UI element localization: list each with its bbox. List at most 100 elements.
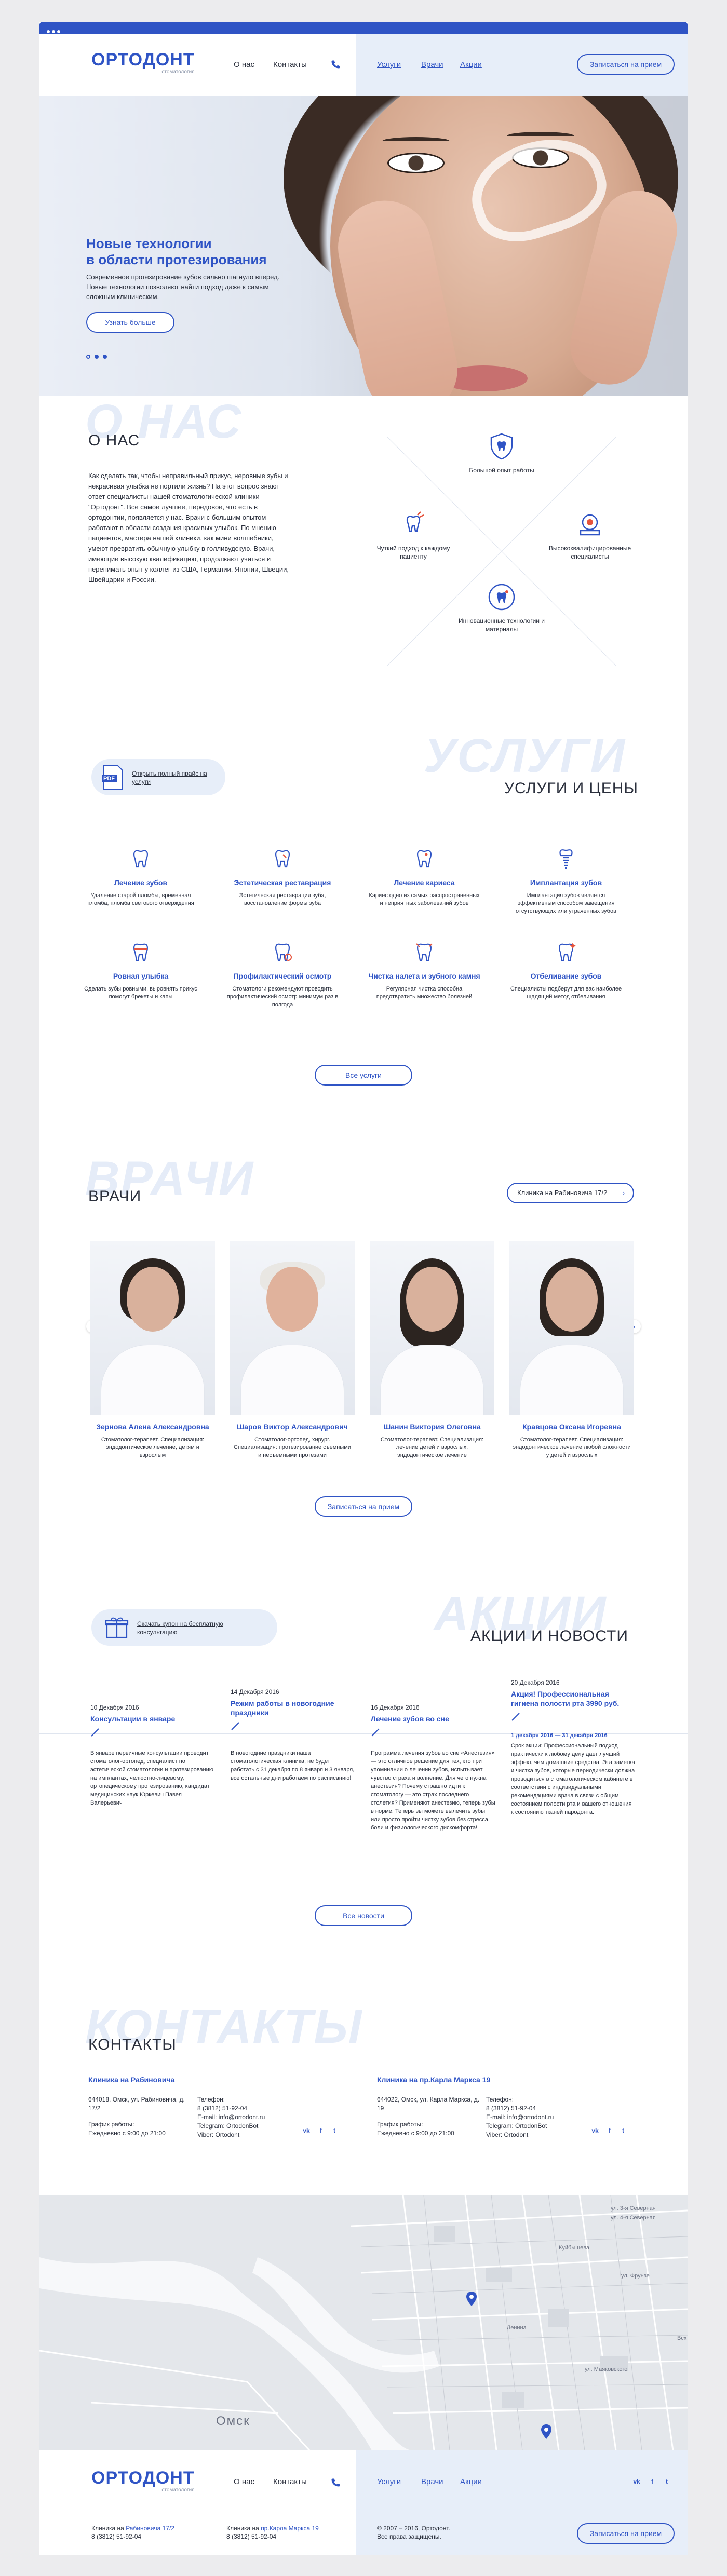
tooth-shield-icon <box>490 433 513 460</box>
nav-doctors[interactable]: Врачи <box>421 60 443 69</box>
news-title[interactable]: Акция! Профессиональная гигиена полости … <box>511 1689 636 1708</box>
footer-nav-about[interactable]: О нас <box>234 2477 254 2486</box>
clinic-schedule-label: График работы: <box>377 2121 423 2128</box>
clinic-schedule: Ежедневно с 9:00 до 21:00 <box>377 2130 454 2137</box>
clinic-email[interactable]: E-mail: info@ortodont.ru <box>486 2113 574 2122</box>
doctor-card[interactable]: Шаров Виктор Александрович Стоматолог-ор… <box>230 1241 355 1459</box>
news-title[interactable]: Лечение зубов во сне <box>371 1714 495 1724</box>
clinic-address: 644018, Омск, ул. Рабиновича, д. 17/2 <box>88 2096 185 2112</box>
service-treatment[interactable]: Лечение зубов Удаление старой пломбы, вр… <box>76 847 206 907</box>
service-whitening[interactable]: Отбеливание зубов Специалисты подберут д… <box>501 941 631 1001</box>
footer-clinic1-phone[interactable]: 8 (3812) 51-92-04 <box>91 2533 141 2540</box>
doctor-photo <box>90 1241 215 1415</box>
clinic-schedule: Ежедневно с 9:00 до 21:00 <box>88 2130 166 2137</box>
footer-right-panel: Услуги Врачи Акции vk f t © 2007 – 2016,… <box>356 2450 688 2555</box>
all-services-button[interactable]: Все услуги <box>315 1065 412 1086</box>
tooth-innovation-icon <box>488 584 515 611</box>
slider-dot-3[interactable] <box>103 355 107 359</box>
clinic-telegram[interactable]: Telegram: OrtodonBot <box>486 2122 574 2131</box>
clinic-viber[interactable]: Viber: Ortodont <box>197 2131 286 2139</box>
vk-icon[interactable]: vk <box>591 2126 599 2135</box>
map-pin-icon[interactable] <box>541 2424 551 2439</box>
hero-text: Современное протезирование зубов сильно … <box>86 273 280 301</box>
service-implant[interactable]: Имплантация зубов Имплантация зубов явля… <box>501 847 631 915</box>
news-title[interactable]: Консультации в январе <box>90 1714 215 1724</box>
news-body: Программа лечения зубов во сне «Анестези… <box>371 1750 495 1831</box>
clinic-select-dropdown[interactable]: Клиника на Рабиновича 17/2 › <box>507 1183 634 1203</box>
nav-promos[interactable]: Акции <box>460 60 482 69</box>
footer-nav-doctors[interactable]: Врачи <box>421 2477 443 2486</box>
service-cleaning[interactable]: Чистка налета и зубного камня Регулярная… <box>359 941 489 1001</box>
advantage-technologies: Инновационные технологии и материалы <box>455 582 548 633</box>
service-caries[interactable]: Лечение кариеса Кариес одно из самых рас… <box>359 847 489 907</box>
news-item[interactable]: 14 Декабря 2016 Режим работы в новогодни… <box>231 1688 355 1782</box>
learn-more-button[interactable]: Узнать больше <box>86 312 174 333</box>
doctor-photo <box>509 1241 634 1415</box>
logo[interactable]: ОРТОДОНТ стоматология <box>91 50 195 75</box>
slider-dot-2[interactable] <box>95 355 99 359</box>
footer-nav-promos[interactable]: Акции <box>460 2477 482 2486</box>
about-text: Как сделать так, чтобы неправильный прик… <box>88 472 289 584</box>
twitter-icon[interactable]: t <box>663 2477 671 2486</box>
news-title[interactable]: Режим работы в новогодние праздники <box>231 1699 355 1717</box>
facebook-icon[interactable]: f <box>317 2126 325 2135</box>
service-title: Отбеливание зубов <box>530 972 602 980</box>
footer-clinic1-link[interactable]: Рабиновича 17/2 <box>126 2525 174 2532</box>
footer-clinic2-label: Клиника на <box>226 2525 261 2532</box>
map[interactable]: ул. 3-я Северная ул. 4-я Северная Куйбыш… <box>39 2195 688 2450</box>
coupon-link-text[interactable]: Скачать купон на бесплатную консультацию <box>137 1620 241 1636</box>
price-list-link[interactable]: PDF Открыть полный прайс на услуги <box>91 759 225 795</box>
twitter-icon[interactable]: t <box>330 2126 339 2135</box>
news-item[interactable]: 10 Декабря 2016 Консультации в январе В … <box>90 1704 215 1807</box>
footer-logo[interactable]: ОРТОДОНТ стоматология <box>91 2468 195 2493</box>
service-desc: Имплантация зубов является эффективным с… <box>516 892 616 914</box>
vk-icon[interactable]: vk <box>632 2477 641 2486</box>
facebook-icon[interactable]: f <box>648 2477 656 2486</box>
hero-title: Новые технологии в области протезировани… <box>86 236 267 268</box>
clinic-telegram[interactable]: Telegram: OrtodonBot <box>197 2122 286 2131</box>
clinic-viber[interactable]: Viber: Ortodont <box>486 2131 574 2139</box>
clinic-phone[interactable]: 8 (3812) 51-92-04 <box>486 2104 574 2113</box>
footer-clinic2-phone[interactable]: 8 (3812) 51-92-04 <box>226 2533 276 2540</box>
doctor-card[interactable]: Шанин Виктория Олеговна Стоматолог-терап… <box>370 1241 494 1459</box>
slider-dots <box>86 352 111 361</box>
contacts-title: КОНТАКТЫ <box>88 2036 177 2053</box>
window-controls[interactable] <box>47 26 62 36</box>
service-title: Эстетическая реставрация <box>234 878 331 887</box>
phone-icon[interactable] <box>330 2477 341 2488</box>
clinic-address-col: 644018, Омск, ул. Рабиновича, д. 17/2 Гр… <box>88 2095 192 2138</box>
clinic-email[interactable]: E-mail: info@ortodont.ru <box>197 2113 286 2122</box>
footer-clinic2-link[interactable]: пр.Карла Маркса 19 <box>261 2525 319 2532</box>
service-desc: Регулярная чистка способна предотвратить… <box>376 986 473 1000</box>
clinic-phone[interactable]: 8 (3812) 51-92-04 <box>197 2104 286 2113</box>
nav-about[interactable]: О нас <box>234 60 254 69</box>
clinic-address: 644022, Омск, ул. Карла Маркса, д. 19 <box>377 2096 480 2112</box>
footer-nav-contacts[interactable]: Контакты <box>273 2477 307 2486</box>
twitter-icon[interactable]: t <box>619 2126 627 2135</box>
doctors-appointment-button[interactable]: Записаться на прием <box>315 1496 412 1517</box>
service-checkup[interactable]: Профилактический осмотр Стоматологи реко… <box>218 941 347 1009</box>
slider-dot-1[interactable] <box>86 355 90 359</box>
news-item[interactable]: 20 Декабря 2016 Акция! Профессиональная … <box>511 1679 636 1816</box>
coupon-link[interactable]: Скачать купон на бесплатную консультацию <box>91 1609 277 1646</box>
vk-icon[interactable]: vk <box>302 2126 311 2135</box>
book-appointment-button[interactable]: Записаться на прием <box>577 54 675 75</box>
all-news-button[interactable]: Все новости <box>315 1905 412 1926</box>
news-item[interactable]: 16 Декабря 2016 Лечение зубов во сне Про… <box>371 1704 495 1832</box>
promos-title: АКЦИИ И НОВОСТИ <box>470 1628 628 1645</box>
service-title: Чистка налета и зубного камня <box>368 972 480 980</box>
map-label: ул. 4-я Северная <box>611 2215 656 2221</box>
doctor-card[interactable]: Зернова Алена Александровна Стоматолог-т… <box>90 1241 215 1459</box>
news-date: 14 Декабря 2016 <box>231 1688 279 1696</box>
doctor-card[interactable]: Кравцова Оксана Игоревна Стоматолог-тера… <box>509 1241 634 1459</box>
facebook-icon[interactable]: f <box>605 2126 614 2135</box>
nav-services[interactable]: Услуги <box>377 60 401 69</box>
map-pin-icon[interactable] <box>466 2292 477 2306</box>
price-list-link-text[interactable]: Открыть полный прайс на услуги <box>132 769 218 786</box>
footer-book-appointment-button[interactable]: Записаться на прием <box>577 2523 675 2544</box>
footer-nav-services[interactable]: Услуги <box>377 2477 401 2486</box>
phone-icon[interactable] <box>330 59 341 70</box>
service-restoration[interactable]: Эстетическая реставрация Эстетическая ре… <box>218 847 347 907</box>
nav-contacts[interactable]: Контакты <box>273 60 307 69</box>
service-smile[interactable]: Ровная улыбка Сделать зубы ровными, выро… <box>76 941 206 1001</box>
